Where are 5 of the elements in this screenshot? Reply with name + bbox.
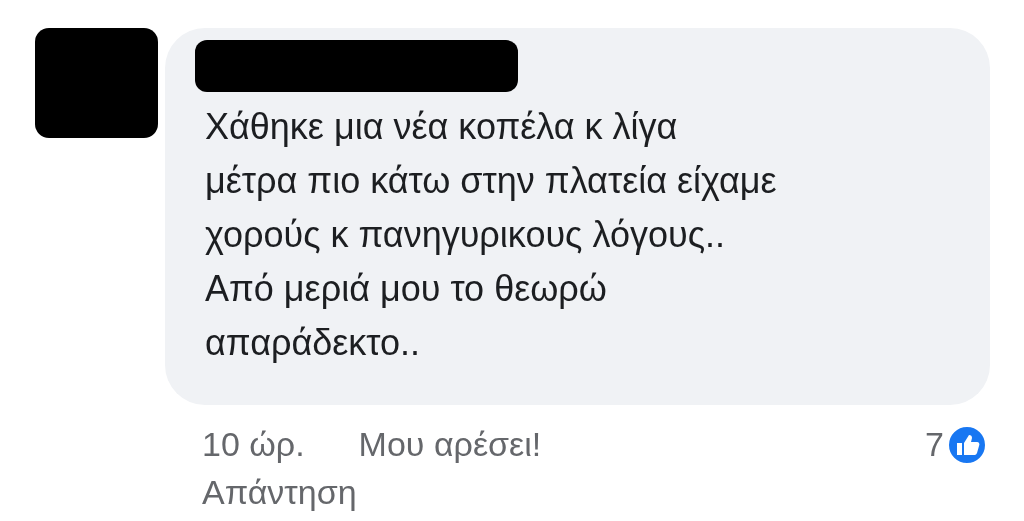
comment-text: Χάθηκε μια νέα κοπέλα κ λίγα μέτρα πιο κάτω στην πλατεία είχαμε χορούς κ πανηγυρικους λόγους.. Από μεριά μου το θεωρώ απαράδεκτο.. [204, 105, 778, 365]
like-link[interactable]: Μου αρέσει! [358, 419, 542, 470]
timestamp: 10 ώρ. [202, 424, 305, 465]
reaction-count: 7 [925, 424, 944, 465]
reply-link[interactable]: Απάντηση [202, 473, 357, 511]
